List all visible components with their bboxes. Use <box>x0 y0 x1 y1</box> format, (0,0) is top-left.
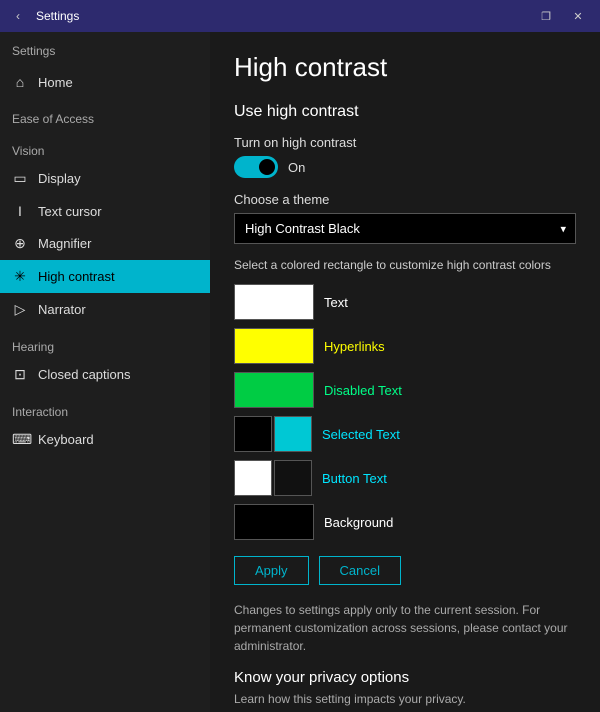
keyboard-icon: ⌨ <box>12 431 28 448</box>
color-row-text: Text <box>234 284 576 320</box>
text-color-swatch[interactable] <box>234 284 314 320</box>
restore-button[interactable]: ❐ <box>532 6 560 26</box>
selected-text-color-label: Selected Text <box>322 427 400 442</box>
color-row-selected-text: Selected Text <box>234 416 576 452</box>
sidebar-item-magnifier[interactable]: ⊕ Magnifier <box>0 227 210 260</box>
selected-text-swatch-2[interactable] <box>274 416 312 452</box>
theme-dropdown-wrapper: High Contrast Black High Contrast White … <box>234 213 576 244</box>
home-icon: ⌂ <box>12 74 28 90</box>
button-text-swatch-pair <box>234 460 312 496</box>
toggle-row: On <box>234 156 576 178</box>
window-controls: ❐ ✕ <box>532 6 592 26</box>
button-text-swatch-2[interactable] <box>274 460 312 496</box>
sidebar-settings-label: Settings <box>0 36 210 66</box>
toggle-knob <box>259 159 275 175</box>
toggle-label: Turn on high contrast <box>234 135 576 150</box>
sidebar-item-narrator[interactable]: ▷ Narrator <box>0 293 210 326</box>
high-contrast-icon: ✳ <box>12 268 28 285</box>
closed-captions-icon: ⊡ <box>12 366 28 383</box>
section-title: Use high contrast <box>234 103 576 121</box>
text-cursor-icon: I <box>12 203 28 219</box>
hyperlinks-color-label: Hyperlinks <box>324 339 385 354</box>
privacy-desc: Learn how this setting impacts your priv… <box>234 692 576 706</box>
magnifier-icon: ⊕ <box>12 235 28 252</box>
sidebar-item-label: Home <box>38 75 73 90</box>
apply-button[interactable]: Apply <box>234 556 309 585</box>
disabled-text-color-swatch[interactable] <box>234 372 314 408</box>
theme-dropdown[interactable]: High Contrast Black High Contrast White … <box>234 213 576 244</box>
customize-label: Select a colored rectangle to customize … <box>234 258 576 272</box>
hearing-label: Hearing <box>0 326 210 358</box>
display-icon: ▭ <box>12 170 28 187</box>
vision-label: Vision <box>0 130 210 162</box>
sidebar-item-label: Magnifier <box>38 236 91 251</box>
narrator-icon: ▷ <box>12 301 28 318</box>
sidebar-item-closed-captions[interactable]: ⊡ Closed captions <box>0 358 210 391</box>
color-row-disabled-text: Disabled Text <box>234 372 576 408</box>
sidebar-item-label: High contrast <box>38 269 115 284</box>
hyperlinks-color-swatch[interactable] <box>234 328 314 364</box>
content-area: High contrast Use high contrast Turn on … <box>210 32 600 712</box>
background-color-label: Background <box>324 515 393 530</box>
sidebar-item-label: Text cursor <box>38 204 102 219</box>
page-title: High contrast <box>234 52 576 83</box>
sidebar: Settings ⌂ Home Ease of Access Vision ▭ … <box>0 32 210 712</box>
button-text-swatch-1[interactable] <box>234 460 272 496</box>
sidebar-item-label: Display <box>38 171 81 186</box>
sidebar-item-keyboard[interactable]: ⌨ Keyboard <box>0 423 210 456</box>
cancel-button[interactable]: Cancel <box>319 556 401 585</box>
interaction-label: Interaction <box>0 391 210 423</box>
title-bar-title: Settings <box>36 9 532 23</box>
sidebar-item-home[interactable]: ⌂ Home <box>0 66 210 98</box>
selected-text-swatch-1[interactable] <box>234 416 272 452</box>
sidebar-item-label: Narrator <box>38 302 86 317</box>
privacy-title: Know your privacy options <box>234 669 576 686</box>
theme-label: Choose a theme <box>234 192 576 207</box>
back-button[interactable]: ‹ <box>8 6 28 26</box>
color-row-hyperlinks: Hyperlinks <box>234 328 576 364</box>
sidebar-item-text-cursor[interactable]: I Text cursor <box>0 195 210 227</box>
button-text-color-label: Button Text <box>322 471 387 486</box>
sidebar-item-label: Keyboard <box>38 432 94 447</box>
background-color-swatch[interactable] <box>234 504 314 540</box>
close-button[interactable]: ✕ <box>564 6 592 26</box>
action-buttons: Apply Cancel <box>234 556 576 585</box>
title-bar: ‹ Settings ❐ ✕ <box>0 0 600 32</box>
color-row-background: Background <box>234 504 576 540</box>
main-layout: Settings ⌂ Home Ease of Access Vision ▭ … <box>0 32 600 712</box>
sidebar-item-high-contrast[interactable]: ✳ High contrast <box>0 260 210 293</box>
high-contrast-toggle[interactable] <box>234 156 278 178</box>
info-text: Changes to settings apply only to the cu… <box>234 601 576 655</box>
sidebar-item-display[interactable]: ▭ Display <box>0 162 210 195</box>
sidebar-item-label: Closed captions <box>38 367 131 382</box>
ease-of-access-label: Ease of Access <box>0 98 210 130</box>
text-color-label: Text <box>324 295 348 310</box>
disabled-text-color-label: Disabled Text <box>324 383 402 398</box>
selected-text-swatch-pair <box>234 416 312 452</box>
color-row-button-text: Button Text <box>234 460 576 496</box>
toggle-state-label: On <box>288 160 305 175</box>
